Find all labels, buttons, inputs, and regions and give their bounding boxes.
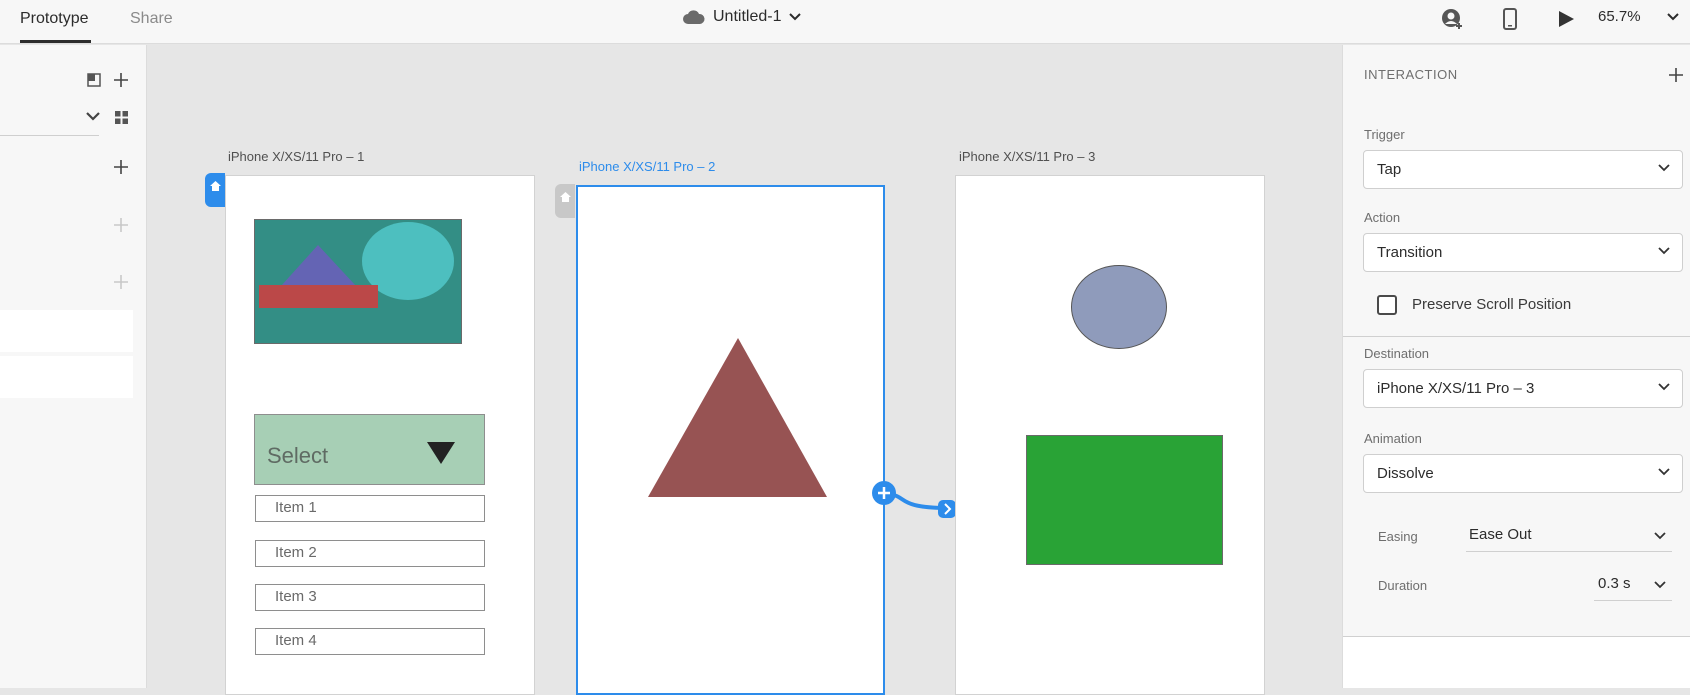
add-icon[interactable] — [114, 73, 128, 87]
select-label: Select — [267, 443, 329, 468]
chevron-down-icon — [1658, 247, 1670, 255]
slate-ellipse[interactable] — [1070, 264, 1168, 350]
section-divider — [1343, 336, 1690, 337]
list-item[interactable]: Item 2 — [255, 540, 485, 567]
chevron-down-icon — [1666, 12, 1679, 21]
tab-share[interactable]: Share — [130, 10, 173, 28]
tab-prototype[interactable]: Prototype — [20, 10, 88, 28]
easing-value: Ease Out — [1469, 526, 1532, 543]
easing-select[interactable]: Ease Out — [1466, 521, 1672, 552]
animation-label: Animation — [1364, 431, 1422, 446]
action-label: Action — [1364, 210, 1401, 225]
zoom-value: 65.7% — [1598, 8, 1641, 25]
red-rectangle — [259, 285, 378, 308]
action-value: Transition — [1377, 244, 1443, 261]
destination-select[interactable]: iPhone X/XS/11 Pro – 3 — [1363, 369, 1683, 408]
panel-title: INTERACTION — [1364, 67, 1458, 82]
chevron-down-icon[interactable] — [86, 112, 100, 121]
destination-label: Destination — [1364, 346, 1430, 361]
home-marker[interactable] — [555, 184, 575, 218]
green-rectangle[interactable] — [1026, 435, 1223, 565]
home-marker[interactable] — [205, 173, 225, 207]
triangle-down-icon — [427, 442, 455, 464]
artboard-label[interactable]: iPhone X/XS/11 Pro – 1 — [228, 149, 364, 164]
document-title: Untitled-1 — [713, 8, 782, 25]
duration-label: Duration — [1378, 578, 1428, 593]
add-icon[interactable] — [114, 160, 128, 174]
panel-row[interactable] — [0, 356, 133, 398]
artboard-label[interactable]: iPhone X/XS/11 Pro – 3 — [959, 149, 1095, 164]
teal-image-group[interactable] — [254, 219, 462, 344]
select-dropdown[interactable]: Select — [254, 414, 485, 485]
left-panel — [0, 45, 147, 688]
interaction-panel: INTERACTION Trigger Tap Action Transitio… — [1342, 45, 1690, 688]
add-interaction-icon[interactable] — [872, 481, 896, 505]
animation-value: Dissolve — [1377, 465, 1434, 482]
document-title-menu[interactable]: Untitled-1 — [683, 8, 802, 26]
panel-row[interactable] — [0, 310, 133, 352]
device-preview-icon[interactable] — [1503, 8, 1517, 30]
grid-icon[interactable] — [115, 111, 128, 124]
add-icon[interactable] — [114, 218, 128, 232]
maroon-triangle[interactable] — [647, 337, 829, 498]
chevron-down-icon — [1658, 383, 1670, 391]
panel-footer — [1343, 637, 1690, 688]
home-icon — [559, 192, 571, 218]
duration-field[interactable]: 0.3 s — [1594, 570, 1672, 601]
chevron-down-icon — [1654, 532, 1666, 540]
add-icon[interactable] — [1669, 68, 1683, 82]
arrow-right-icon[interactable] — [938, 500, 956, 518]
chevron-down-icon — [1654, 581, 1666, 589]
user-icon[interactable] — [1441, 8, 1463, 30]
preserve-scroll-label: Preserve Scroll Position — [1412, 296, 1572, 313]
action-select[interactable]: Transition — [1363, 233, 1683, 272]
artboard-label[interactable]: iPhone X/XS/11 Pro – 2 — [579, 159, 715, 174]
list-item[interactable]: Item 1 — [255, 495, 485, 522]
duration-value: 0.3 s — [1598, 575, 1631, 592]
chevron-down-icon — [789, 13, 802, 21]
animation-select[interactable]: Dissolve — [1363, 454, 1683, 493]
home-icon — [209, 181, 221, 207]
field-underline — [1594, 600, 1672, 601]
trigger-value: Tap — [1377, 161, 1402, 178]
preserve-scroll-checkbox[interactable] — [1377, 295, 1397, 315]
cloud-icon — [683, 10, 705, 24]
easing-label: Easing — [1378, 529, 1418, 544]
trigger-label: Trigger — [1364, 127, 1405, 142]
destination-value: iPhone X/XS/11 Pro – 3 — [1377, 380, 1535, 397]
panel-divider — [0, 135, 99, 136]
add-icon[interactable] — [114, 275, 128, 289]
chevron-down-icon — [1658, 164, 1670, 172]
field-underline — [1466, 551, 1672, 552]
list-item[interactable]: Item 4 — [255, 628, 485, 655]
chevron-down-icon — [1658, 468, 1670, 476]
play-icon[interactable] — [1557, 10, 1575, 28]
copy-icon[interactable] — [87, 73, 101, 87]
trigger-select[interactable]: Tap — [1363, 150, 1683, 189]
active-tab-indicator — [20, 40, 91, 43]
list-item[interactable]: Item 3 — [255, 584, 485, 611]
zoom-control[interactable]: 65.7% — [1598, 8, 1679, 25]
top-bar: Prototype Share Untitled-1 65.7% — [0, 0, 1690, 44]
